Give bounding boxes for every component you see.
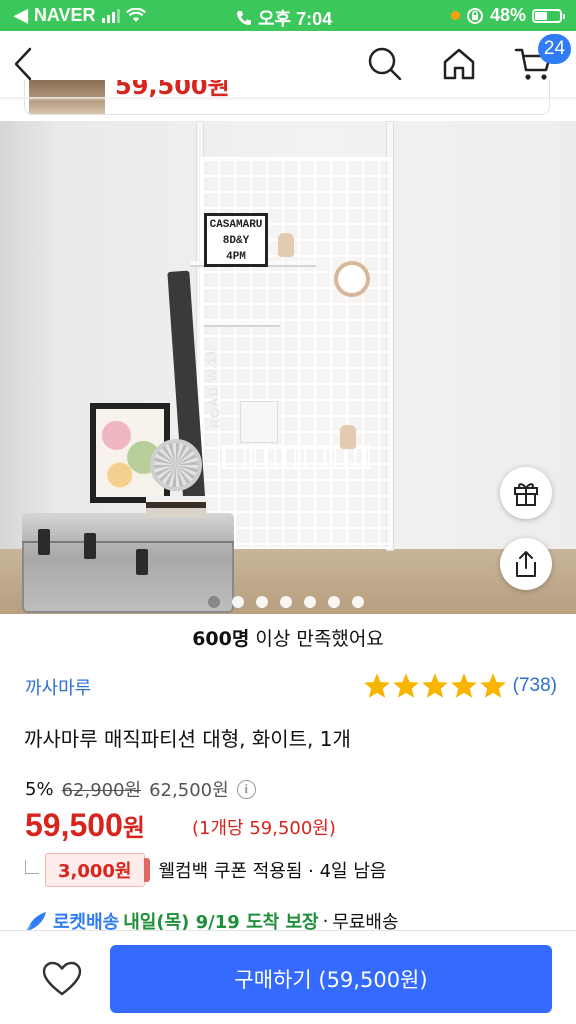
- share-button[interactable]: [500, 538, 552, 590]
- rotation-lock-icon: [466, 7, 483, 24]
- coupon-row: 3,000원 웰컴백 쿠폰 적용됨 · 4일 남음: [25, 852, 386, 888]
- letter-lightbox: CASAMARU 8D&Y 4PM: [204, 213, 268, 267]
- delivery-separator: ·: [322, 910, 329, 932]
- shelf-middle: [204, 321, 280, 327]
- gift-icon: [514, 483, 538, 506]
- price-info-icon[interactable]: i: [236, 779, 256, 799]
- star-icon: [450, 673, 477, 698]
- battery-icon: [532, 8, 565, 23]
- vase-top: [278, 233, 294, 257]
- rating-summary[interactable]: (738): [363, 672, 557, 699]
- brand-link[interactable]: 까사마루: [25, 674, 91, 700]
- coupon-branch-line: [25, 860, 39, 874]
- pagination-dot[interactable]: [304, 596, 316, 608]
- cart-count-badge: 24: [538, 34, 571, 64]
- pagination-dot[interactable]: [328, 596, 340, 608]
- star-icon: [392, 673, 419, 698]
- carrier-label: NAVER: [33, 5, 96, 25]
- back-to-app-icon: ◀: [14, 5, 28, 25]
- star-icon: [363, 673, 390, 698]
- pagination-dot[interactable]: [256, 596, 268, 608]
- book-stack: [240, 401, 278, 443]
- call-icon: [237, 11, 251, 25]
- vase-basket: [340, 425, 356, 449]
- rating-stars: [363, 672, 507, 699]
- product-image-gallery[interactable]: CASAMARU 8D&Y 4PM ROAD W.11: [0, 121, 576, 614]
- wall-shadow: [0, 121, 60, 549]
- lightbox-line: CASAMARU: [209, 219, 263, 231]
- lightbox-line: 4PM: [226, 251, 246, 263]
- pagination-dot[interactable]: [352, 596, 364, 608]
- pagination-dot[interactable]: [280, 596, 292, 608]
- status-right: 48%: [450, 5, 565, 26]
- heart-icon: [42, 961, 82, 996]
- wishlist-button[interactable]: [38, 955, 86, 1003]
- unit-price: (1개당 59,500원): [192, 818, 336, 839]
- header-shadow: [0, 97, 576, 101]
- sale-price-currency: 원: [122, 814, 145, 842]
- satisfaction-banner: 600명 이상 만족했어요: [0, 624, 576, 651]
- desk-fan: [150, 439, 202, 491]
- status-bar: ◀ NAVER 오후 7:04 48%: [0, 0, 576, 31]
- rocket-icon: [26, 912, 46, 932]
- satisfaction-count: 600명: [192, 628, 250, 650]
- gift-button[interactable]: [500, 467, 552, 519]
- trunk-latch: [84, 533, 96, 559]
- price-breakdown: 5% 62,900원 62,500원 i: [25, 776, 256, 802]
- coupon-badge[interactable]: 3,000원: [45, 853, 149, 887]
- home-icon: [443, 48, 475, 80]
- trunk-latch: [136, 549, 148, 575]
- books-on-trunk: [146, 496, 206, 518]
- original-price: 62,900원: [61, 780, 142, 801]
- coupon-status-text: 웰컴백 쿠폰 적용됨 · 4일 남음: [158, 861, 387, 882]
- chevron-left-icon: [14, 47, 32, 81]
- product-title: 까사마루 매직파티션 대형, 화이트, 1개: [24, 727, 351, 751]
- gallery-pagination: [208, 596, 364, 608]
- search-icon: [368, 47, 402, 81]
- battery-percent: 48%: [489, 5, 526, 25]
- status-center: 오후 7:04: [236, 5, 332, 31]
- sale-price: 59,500원: [25, 807, 145, 844]
- status-left: ◀ NAVER: [14, 5, 146, 26]
- satisfaction-text: 이상 만족했어요: [249, 628, 384, 650]
- mic-in-use-dot-icon: [450, 11, 460, 20]
- discount-rate: 5%: [25, 778, 54, 800]
- lightbox-line: 8D&Y: [222, 235, 250, 247]
- list-price: 62,500원: [149, 780, 229, 801]
- pagination-dot[interactable]: [232, 596, 244, 608]
- star-icon: [479, 673, 506, 698]
- bottom-action-bar: 구매하기 (59,500원): [0, 930, 576, 1024]
- wall-clock: [334, 261, 370, 297]
- pagination-dot-active[interactable]: [208, 596, 220, 608]
- clock-time: 오후 7:04: [258, 9, 333, 29]
- sale-price-amount: 59,500: [25, 807, 123, 843]
- buy-now-button[interactable]: 구매하기 (59,500원): [110, 945, 552, 1013]
- rating-count: (738): [512, 674, 557, 696]
- share-icon: [516, 551, 536, 577]
- signal-icon: [101, 8, 120, 23]
- star-icon: [421, 673, 448, 698]
- wifi-icon: [125, 7, 146, 22]
- trunk-latch: [38, 529, 50, 555]
